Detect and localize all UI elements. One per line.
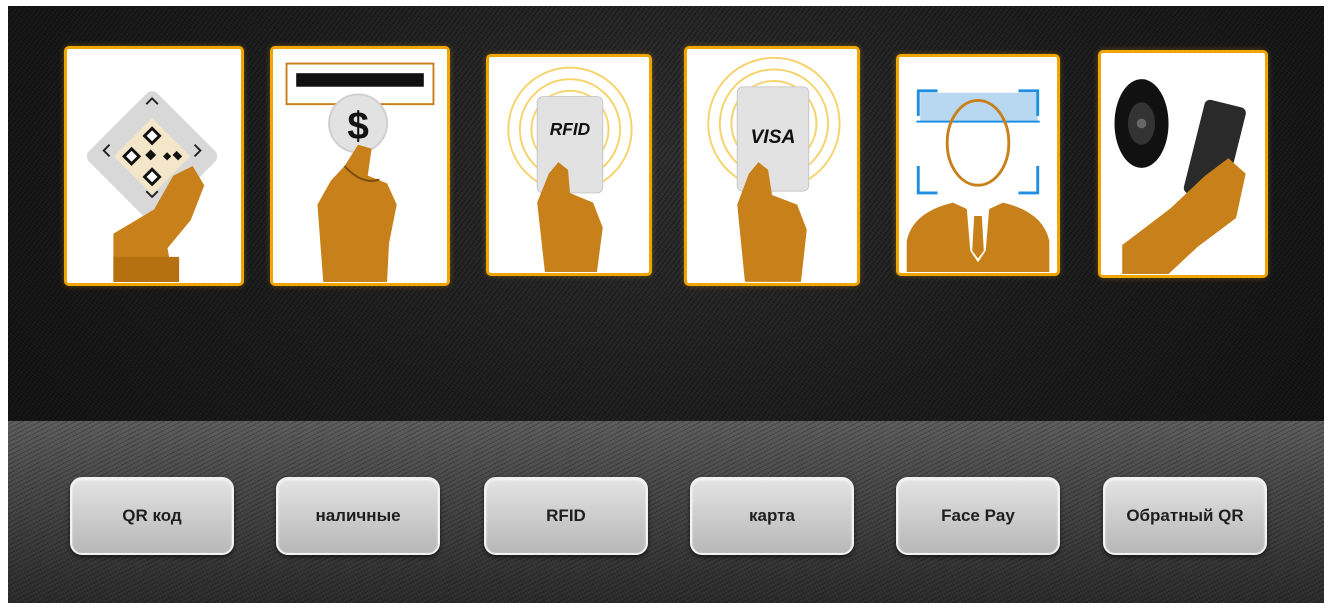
svg-text:VISA: VISA (750, 127, 795, 148)
rfid-card[interactable]: RFID (486, 54, 652, 276)
qr-code-hand-icon (67, 50, 241, 282)
reverse-qr-button[interactable]: Обратный QR (1103, 477, 1267, 555)
qr-code-button[interactable]: QR код (70, 477, 234, 555)
reverse-qr-card[interactable] (1098, 50, 1268, 278)
cash-card[interactable]: $ (270, 46, 450, 286)
face-scan-icon (899, 58, 1057, 272)
payment-screen: $ RFID VISA QR код наличные RFID карта F… (8, 6, 1324, 603)
visa-card-hand-icon: VISA (687, 50, 857, 282)
card-button[interactable]: карта (690, 477, 854, 555)
face-pay-button[interactable]: Face Pay (896, 477, 1060, 555)
cash-button[interactable]: наличные (276, 477, 440, 555)
visa-card[interactable]: VISA (684, 46, 860, 286)
cash-coin-hand-icon: $ (273, 50, 447, 282)
phone-scanner-icon (1101, 54, 1265, 274)
rfid-card-hand-icon: RFID (489, 58, 649, 272)
qr-code-card[interactable] (64, 46, 244, 286)
face-pay-card[interactable] (896, 54, 1060, 276)
svg-text:RFID: RFID (550, 119, 591, 139)
rfid-button[interactable]: RFID (484, 477, 648, 555)
svg-text:$: $ (347, 105, 369, 148)
